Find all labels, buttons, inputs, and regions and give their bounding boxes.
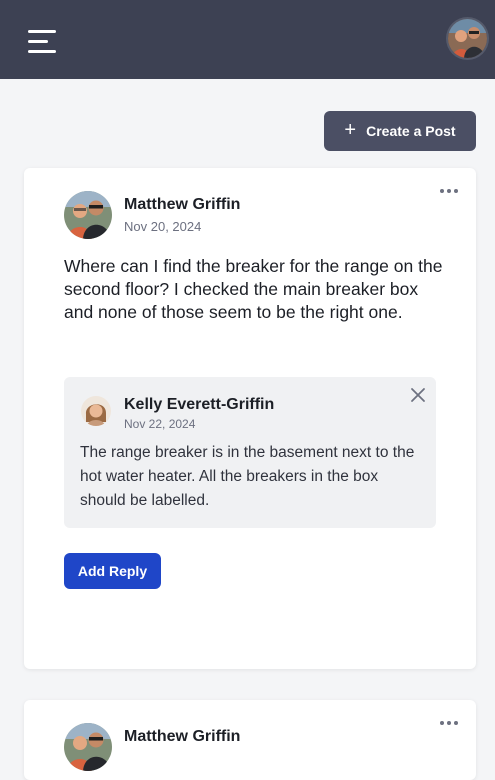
- user-avatar[interactable]: [448, 19, 487, 58]
- post-date: Nov 20, 2024: [124, 219, 202, 234]
- top-navigation-bar: [0, 0, 495, 79]
- close-icon[interactable]: [410, 387, 426, 403]
- reply-author-name[interactable]: Kelly Everett-Griffin: [124, 396, 274, 414]
- reply-author-avatar: [81, 396, 111, 426]
- hamburger-menu-icon[interactable]: [28, 30, 56, 54]
- create-post-label: Create a Post: [366, 123, 456, 139]
- post-card: Matthew Griffin Nov 20, 2024 Where can I…: [24, 168, 476, 669]
- create-post-button[interactable]: + Create a Post: [324, 111, 476, 151]
- add-reply-button[interactable]: Add Reply: [64, 553, 161, 589]
- post-card: Matthew Griffin: [24, 700, 476, 780]
- plus-icon: +: [344, 119, 357, 141]
- reply-body: The range breaker is in the basement nex…: [80, 444, 415, 509]
- author-name[interactable]: Matthew Griffin: [124, 728, 240, 746]
- author-name[interactable]: Matthew Griffin: [124, 196, 240, 214]
- author-avatar: [64, 191, 112, 239]
- reply-date: Nov 22, 2024: [124, 417, 196, 431]
- reply-card: Kelly Everett-Griffin Nov 22, 2024 The r…: [64, 377, 436, 528]
- post-body: Where can I find the breaker for the ran…: [64, 256, 443, 322]
- author-avatar: [64, 723, 112, 771]
- more-options-icon[interactable]: [440, 714, 462, 732]
- more-options-icon[interactable]: [440, 182, 462, 200]
